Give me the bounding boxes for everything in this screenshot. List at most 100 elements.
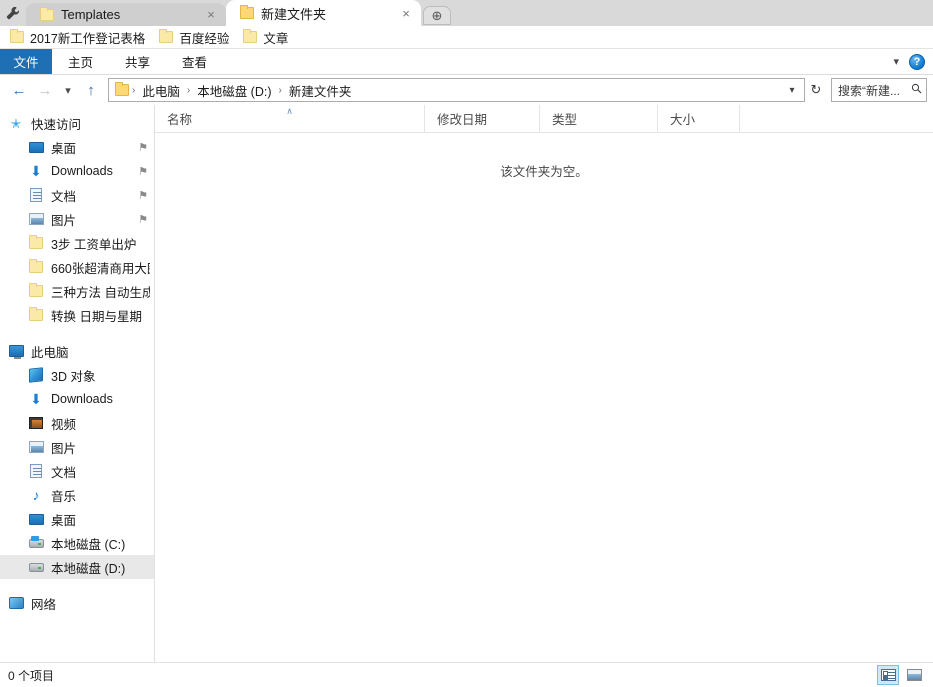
bookmark-item[interactable]: 2017新工作登记表格	[6, 28, 155, 47]
sidebar-item-label: Downloads	[51, 392, 113, 406]
sidebar-item-videos[interactable]: 视频	[0, 411, 154, 435]
sidebar-item-label: 图片	[51, 213, 77, 228]
bookmark-label: 文章	[263, 31, 289, 46]
back-button[interactable]: ←	[6, 77, 32, 103]
system-drive-icon	[28, 535, 44, 551]
sidebar-item-documents[interactable]: 文档 ⚑	[0, 183, 154, 207]
sidebar-item-documents-pc[interactable]: 文档	[0, 459, 154, 483]
sidebar-item-folder-date[interactable]: 转换 日期与星期	[0, 303, 154, 327]
music-icon: ♪	[32, 487, 40, 503]
tab-file[interactable]: 文件	[0, 49, 52, 74]
search-input[interactable]: 搜索“新建...	[831, 78, 927, 102]
column-label: 类型	[552, 113, 578, 127]
file-explorer-window: Templates × 新建文件夹 × ⊕ 2017新工作登记表格 百度经验 文…	[0, 0, 933, 687]
pin-icon[interactable]: ⚑	[138, 213, 148, 226]
breadcrumb-item-new-folder[interactable]: 新建文件夹	[283, 81, 358, 100]
folder-icon	[40, 6, 54, 21]
browser-tab-templates[interactable]: Templates ×	[26, 3, 226, 26]
help-icon[interactable]: ?	[909, 53, 925, 70]
wrench-icon[interactable]	[0, 0, 26, 26]
folder-icon	[10, 29, 24, 43]
sidebar-item-quick-access[interactable]: ✭ 快速访问	[0, 111, 154, 135]
breadcrumb-item-local-disk-d[interactable]: 本地磁盘 (D:)	[191, 81, 277, 100]
bookmark-label: 百度经验	[179, 31, 230, 46]
sidebar-item-downloads-pc[interactable]: ⬇ Downloads	[0, 387, 154, 411]
sidebar-item-local-disk-c[interactable]: 本地磁盘 (C:)	[0, 531, 154, 555]
file-list-pane[interactable]: ∧ 名称 修改日期 类型 大小 该文件夹为空。	[155, 105, 933, 662]
search-input-value: 搜索“新建...	[838, 83, 900, 98]
sidebar-item-folder-payroll[interactable]: 3步 工资单出炉	[0, 231, 154, 255]
sidebar-item-pictures[interactable]: 图片 ⚑	[0, 207, 154, 231]
pin-icon[interactable]: ⚑	[138, 141, 148, 154]
folder-icon	[28, 235, 44, 251]
new-tab-button[interactable]: ⊕	[423, 6, 451, 25]
download-icon: ⬇	[30, 391, 42, 407]
refresh-icon[interactable]: ↻	[805, 78, 827, 102]
navigation-pane[interactable]: ✭ 快速访问 桌面 ⚑ ⬇ Downloads ⚑ 文档 ⚑ 图片 ⚑ 3步 工…	[0, 105, 155, 662]
address-bar: ← → ▾ ↑ › 此电脑 › 本地磁盘 (D:) › 新建文件夹 ▾ ↻ 搜索…	[0, 75, 933, 105]
sidebar-item-pictures-pc[interactable]: 图片	[0, 435, 154, 459]
close-icon[interactable]: ×	[204, 8, 218, 21]
sidebar-group-spacer	[0, 579, 154, 591]
sidebar-item-this-pc[interactable]: 此电脑	[0, 339, 154, 363]
sidebar-item-folder-serial[interactable]: 三种方法 自动生成序号	[0, 279, 154, 303]
sidebar-item-music[interactable]: ♪ 音乐	[0, 483, 154, 507]
sidebar-item-label: 桌面	[51, 513, 77, 528]
bookmark-item[interactable]: 百度经验	[155, 28, 239, 47]
3d-objects-icon	[28, 367, 44, 383]
forward-button[interactable]: →	[32, 77, 58, 103]
sidebar-item-network[interactable]: 网络	[0, 591, 154, 615]
sidebar-item-label: 音乐	[51, 489, 77, 504]
sidebar-group-spacer	[0, 327, 154, 339]
chevron-down-icon[interactable]: ▾	[887, 55, 905, 68]
sidebar-item-label: 桌面	[51, 141, 77, 156]
folder-icon	[159, 29, 174, 43]
column-header-empty	[740, 105, 933, 132]
folder-icon	[240, 5, 254, 19]
breadcrumb-item-this-pc[interactable]: 此电脑	[136, 81, 186, 100]
up-button[interactable]: ↑	[78, 77, 104, 103]
view-mode-buttons	[877, 665, 925, 685]
tab-share[interactable]: 共享	[109, 49, 166, 74]
sidebar-item-desktop[interactable]: 桌面 ⚑	[0, 135, 154, 159]
column-header-date-modified[interactable]: 修改日期	[425, 105, 540, 132]
file-list[interactable]: 该文件夹为空。	[155, 133, 933, 662]
star-icon: ✭	[10, 115, 22, 131]
details-view-button[interactable]	[877, 665, 899, 685]
sidebar-item-desktop-pc[interactable]: 桌面	[0, 507, 154, 531]
desktop-icon	[28, 139, 44, 155]
sidebar-item-local-disk-d[interactable]: 本地磁盘 (D:)	[0, 555, 154, 579]
folder-icon	[28, 307, 44, 323]
tab-home[interactable]: 主页	[52, 49, 109, 74]
browser-tab-new-folder[interactable]: 新建文件夹 ×	[226, 0, 421, 26]
network-icon	[8, 595, 24, 611]
pin-icon[interactable]: ⚑	[138, 165, 148, 178]
sidebar-item-label: Downloads	[51, 164, 113, 178]
drive-icon	[28, 559, 44, 575]
close-icon[interactable]: ×	[399, 7, 413, 20]
details-view-icon	[880, 669, 896, 681]
sidebar-item-label: 网络	[31, 597, 57, 612]
sidebar-item-folder-images[interactable]: 660张超清商用大图	[0, 255, 154, 279]
column-header-name[interactable]: ∧ 名称	[155, 105, 425, 132]
documents-icon	[28, 187, 44, 203]
recent-locations-button[interactable]: ▾	[58, 77, 78, 103]
column-header-size[interactable]: 大小	[658, 105, 740, 132]
large-icons-view-button[interactable]	[903, 665, 925, 685]
sidebar-item-downloads[interactable]: ⬇ Downloads ⚑	[0, 159, 154, 183]
pin-icon[interactable]: ⚑	[138, 189, 148, 202]
bookmark-item[interactable]: 文章	[239, 28, 298, 47]
sidebar-item-label: 3步 工资单出炉	[51, 237, 137, 252]
address-field[interactable]: › 此电脑 › 本地磁盘 (D:) › 新建文件夹 ▾	[108, 78, 805, 102]
tab-label: Templates	[61, 7, 121, 22]
sidebar-item-label: 3D 对象	[51, 369, 96, 384]
pictures-icon	[28, 211, 44, 227]
tab-view[interactable]: 查看	[166, 49, 223, 74]
sidebar-item-3d-objects[interactable]: 3D 对象	[0, 363, 154, 387]
chevron-down-icon[interactable]: ▾	[782, 85, 802, 96]
explorer-body: ✭ 快速访问 桌面 ⚑ ⬇ Downloads ⚑ 文档 ⚑ 图片 ⚑ 3步 工…	[0, 105, 933, 662]
bookmark-bar: 2017新工作登记表格 百度经验 文章	[0, 26, 933, 49]
column-header-type[interactable]: 类型	[540, 105, 658, 132]
ribbon-tab-bar: 文件 主页 共享 查看 ▾ ?	[0, 49, 933, 75]
ribbon-right-controls: ▾ ?	[887, 49, 933, 74]
